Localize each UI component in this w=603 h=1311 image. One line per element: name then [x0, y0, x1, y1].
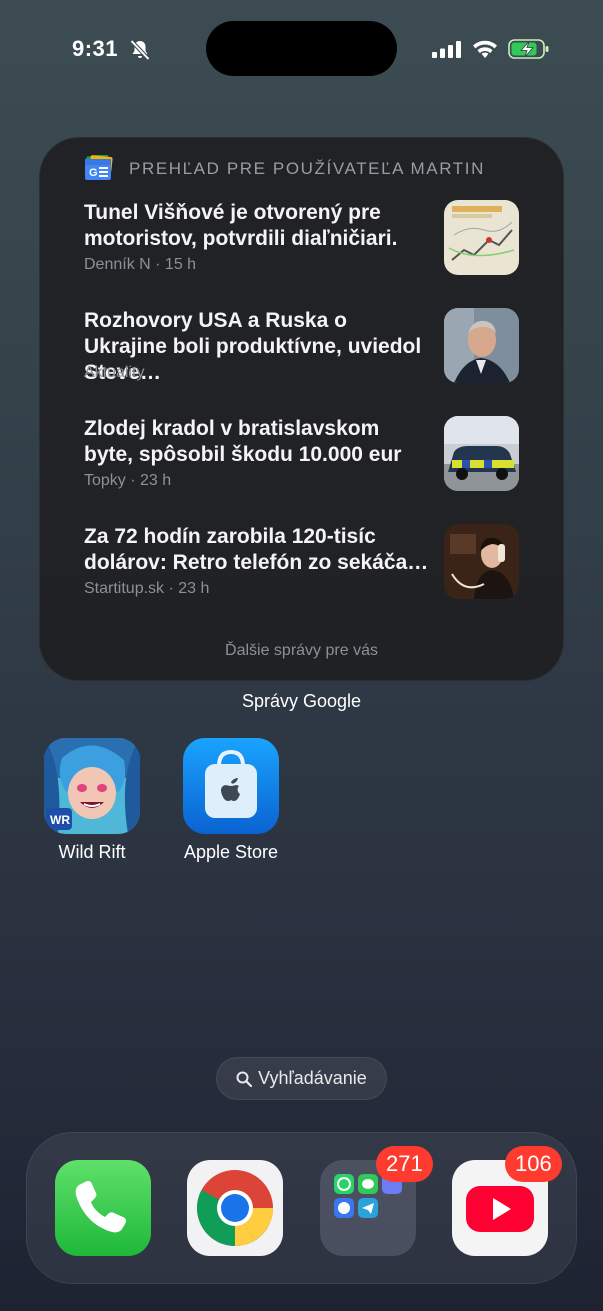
- dock-phone-app[interactable]: [55, 1160, 151, 1256]
- news-thumbnail-portrait: [444, 308, 519, 383]
- apple-store-icon: [183, 738, 279, 834]
- news-item[interactable]: Rozhovory USA a Ruska o Ukrajine boli pr…: [84, 308, 524, 398]
- app-apple-store[interactable]: Apple Store: [171, 738, 291, 863]
- search-icon: [236, 1071, 253, 1087]
- google-news-logo-icon: G: [85, 155, 113, 180]
- more-news-link[interactable]: Ďalšie správy pre vás: [39, 642, 564, 660]
- cellular-signal-icon: [432, 41, 461, 58]
- news-source: Denník N · 15 h: [84, 256, 197, 273]
- news-item[interactable]: Tunel Višňové je otvorený pre motoristov…: [84, 200, 524, 290]
- search-label: Vyhľadávanie: [258, 1068, 367, 1088]
- app-wild-rift[interactable]: WR Wild Rift: [32, 738, 152, 863]
- dynamic-island: [206, 21, 397, 76]
- app-label: Wild Rift: [58, 842, 126, 862]
- wild-rift-icon: WR: [44, 738, 140, 834]
- news-source: Aktuality: [84, 364, 145, 381]
- google-news-widget[interactable]: G PREHĽAD PRE POUŽÍVATEĽA MARTIN Tunel V…: [39, 137, 564, 681]
- chrome-icon: [187, 1160, 283, 1256]
- news-thumbnail-police-car: [444, 416, 519, 491]
- phone-icon: [55, 1160, 151, 1256]
- news-item[interactable]: Za 72 hodín zarobila 120-tisíc dolárov: …: [84, 524, 524, 614]
- bell-muted-icon: [130, 39, 150, 61]
- svg-text:G: G: [89, 167, 98, 179]
- widget-header: PREHĽAD PRE POUŽÍVATEĽA MARTIN: [129, 159, 485, 178]
- folder-notification-badge: 271: [376, 1146, 433, 1182]
- wifi-icon: [473, 40, 497, 58]
- news-thumbnail-retro-phone: [444, 524, 519, 599]
- battery-charging-icon: [508, 39, 549, 59]
- news-title: Za 72 hodín zarobila 120-tisíc dolárov: …: [84, 525, 429, 574]
- news-thumbnail-map: [444, 200, 519, 275]
- widget-caption: Správy Google: [241, 691, 362, 711]
- youtube-notification-badge: 106: [505, 1146, 562, 1182]
- news-source: Topky · 23 h: [84, 472, 172, 489]
- search-button[interactable]: Vyhľadávanie: [216, 1057, 387, 1100]
- app-label: Apple Store: [183, 842, 279, 862]
- news-title: Zlodej kradol v bratislavskom byte, spôs…: [84, 417, 402, 466]
- dock-chrome-app[interactable]: [187, 1160, 283, 1256]
- status-time: 9:31: [72, 36, 119, 61]
- news-item[interactable]: Zlodej kradol v bratislavskom byte, spôs…: [84, 416, 524, 506]
- svg-text:WR: WR: [50, 813, 70, 827]
- news-source: Startitup.sk · 23 h: [84, 580, 210, 597]
- news-title: Tunel Višňové je otvorený pre motoristov…: [84, 201, 398, 250]
